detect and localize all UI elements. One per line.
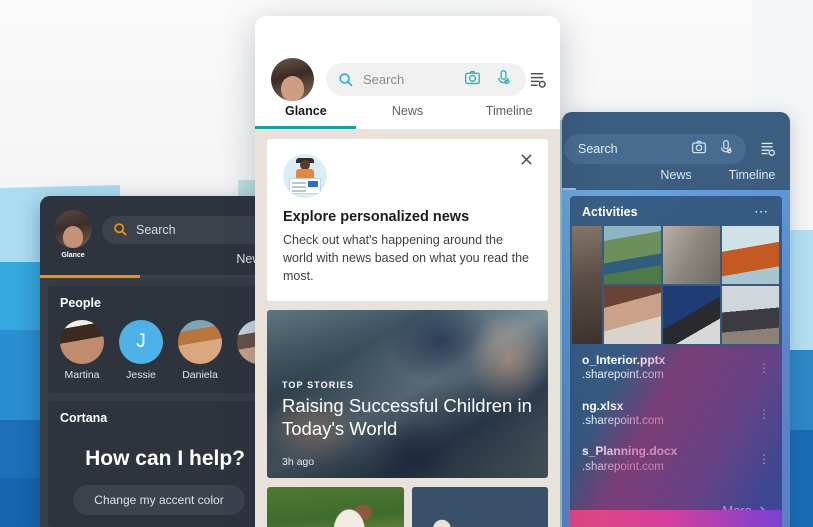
person-item[interactable]: Daniela	[178, 320, 222, 381]
cortana-suggestion-chip[interactable]: Change my accent color	[73, 485, 245, 515]
avatar[interactable]	[271, 58, 314, 101]
story-scrim	[267, 310, 548, 479]
right-panel-tabs: Glance News Timeline	[562, 168, 790, 182]
tab-news[interactable]: News	[357, 104, 459, 118]
cortana-question: How can I help?	[85, 447, 245, 470]
activities-card-header: Activities ⋯	[570, 196, 782, 226]
person-name: Jessie	[126, 369, 156, 381]
tab-timeline[interactable]: Timeline	[458, 104, 560, 118]
file-source: .sharepoint.com	[582, 460, 664, 473]
promo-description: Check out what's happening around the wo…	[283, 233, 529, 284]
avatar[interactable]	[54, 210, 92, 248]
file-name: o_Interior.pptx	[582, 353, 666, 367]
activities-card: Activities ⋯ o_Interior.pptx .sharepoint…	[570, 196, 782, 527]
activities-file-list: o_Interior.pptx .sharepoint.com ⋮ ng.xls…	[570, 344, 782, 475]
file-name: s_Planning.docx	[582, 444, 678, 459]
list-item[interactable]: o_Interior.pptx .sharepoint.com ⋮	[582, 352, 770, 384]
news-mini-card[interactable]: US	[411, 487, 548, 527]
activity-photo[interactable]	[604, 226, 661, 284]
activities-photo-grid	[570, 226, 782, 344]
right-panel-body: Activities ⋯ o_Interior.pptx .sharepoint…	[562, 190, 790, 527]
list-settings-icon[interactable]	[528, 70, 547, 89]
left-panel-body: People Martina J Jessie Daniela Cortana …	[40, 278, 265, 527]
search-icon	[113, 222, 128, 237]
close-icon[interactable]	[519, 152, 534, 167]
list-item[interactable]: ng.xlsx .sharepoint.com ⋮	[582, 398, 770, 430]
promo-title: Explore personalized news	[283, 209, 470, 225]
person-item[interactable]: Martina	[60, 320, 104, 381]
wallpaper-overlay-strip	[570, 510, 782, 527]
center-panel-tabs: Glance News Timeline	[255, 104, 560, 118]
right-panel-header: Search Glance News Timeline	[562, 112, 790, 191]
file-source: .sharepoint.com	[582, 414, 664, 427]
person-name: Martina	[64, 369, 100, 381]
camera-icon[interactable]	[691, 139, 707, 160]
left-panel-tabs: Glance News	[102, 252, 265, 266]
right-search-input[interactable]: Search	[564, 134, 746, 164]
mini-card-row: US US	[267, 487, 548, 527]
camera-icon[interactable]	[464, 69, 481, 91]
promo-card: Explore personalized news Check out what…	[267, 139, 548, 302]
right-search-actions	[691, 139, 746, 160]
avatar	[178, 320, 222, 364]
avatar	[60, 320, 104, 364]
person-item[interactable]: J Jessie	[119, 320, 163, 381]
more-horizontal-icon[interactable]: ⋯	[754, 203, 770, 220]
cortana-title: Cortana	[60, 411, 108, 425]
activity-photo[interactable]	[663, 286, 720, 344]
file-source: .sharepoint.com	[582, 369, 664, 382]
tab-glance[interactable]: Glance	[255, 104, 357, 118]
story-kicker: TOP STORIES	[282, 380, 355, 391]
right-launcher-panel: Search Glance News Timeline	[562, 112, 790, 527]
mini-card-image	[267, 487, 404, 527]
left-search-placeholder: Search	[136, 223, 176, 237]
left-search-input[interactable]: Search	[102, 216, 265, 244]
left-panel-header: Glance Search Glance News	[40, 196, 265, 278]
center-panel-header: Search Glance News Timeline	[255, 16, 560, 129]
news-mini-card[interactable]: US	[267, 487, 404, 527]
kebab-menu-icon[interactable]: ⋮	[758, 362, 770, 374]
story-timestamp: 3h ago	[282, 456, 315, 469]
avatar-initial: J	[119, 320, 163, 364]
right-search-placeholder: Search	[578, 142, 618, 156]
kebab-menu-icon[interactable]: ⋮	[758, 408, 770, 420]
story-title: Raising Successful Children in Today's W…	[282, 395, 532, 439]
people-card: People Martina J Jessie Daniela	[48, 286, 265, 393]
screenshot-stage: Search Glance News Timeline	[0, 0, 813, 527]
microphone-icon[interactable]	[495, 69, 512, 91]
activities-title: Activities	[582, 204, 638, 219]
activity-photo[interactable]	[663, 226, 720, 284]
newspaper-person-icon	[283, 154, 327, 198]
left-glance-label: Glance	[61, 252, 85, 259]
activity-photo[interactable]	[722, 286, 779, 344]
right-tab-news[interactable]: News	[638, 168, 714, 182]
people-row: Martina J Jessie Daniela F	[60, 320, 265, 381]
center-panel-body: Explore personalized news Check out what…	[255, 129, 560, 527]
people-title: People	[60, 296, 101, 310]
top-story-card[interactable]: TOP STORIES Raising Successful Children …	[267, 310, 548, 479]
microphone-icon[interactable]	[718, 139, 734, 160]
person-name: Daniela	[182, 369, 218, 381]
activity-photo[interactable]	[722, 226, 779, 284]
activity-photo[interactable]	[572, 226, 602, 344]
search-actions	[464, 69, 526, 91]
center-launcher-panel: Search Glance News Timeline Explore pers…	[255, 16, 560, 527]
kebab-menu-icon[interactable]: ⋮	[758, 453, 770, 465]
list-item[interactable]: s_Planning.docx .sharepoint.com ⋮	[582, 443, 770, 475]
activity-photo[interactable]	[604, 286, 661, 344]
cortana-card: Cortana How can I help? Change my accent…	[48, 401, 257, 527]
search-input[interactable]: Search	[326, 63, 526, 96]
mini-card-image	[411, 487, 548, 527]
file-name: ng.xlsx	[582, 398, 624, 413]
search-placeholder: Search	[363, 72, 405, 87]
right-tab-timeline[interactable]: Timeline	[714, 168, 790, 182]
left-launcher-panel: Glance Search Glance News People	[40, 196, 265, 527]
search-icon	[338, 72, 354, 88]
list-settings-icon[interactable]	[759, 140, 776, 157]
